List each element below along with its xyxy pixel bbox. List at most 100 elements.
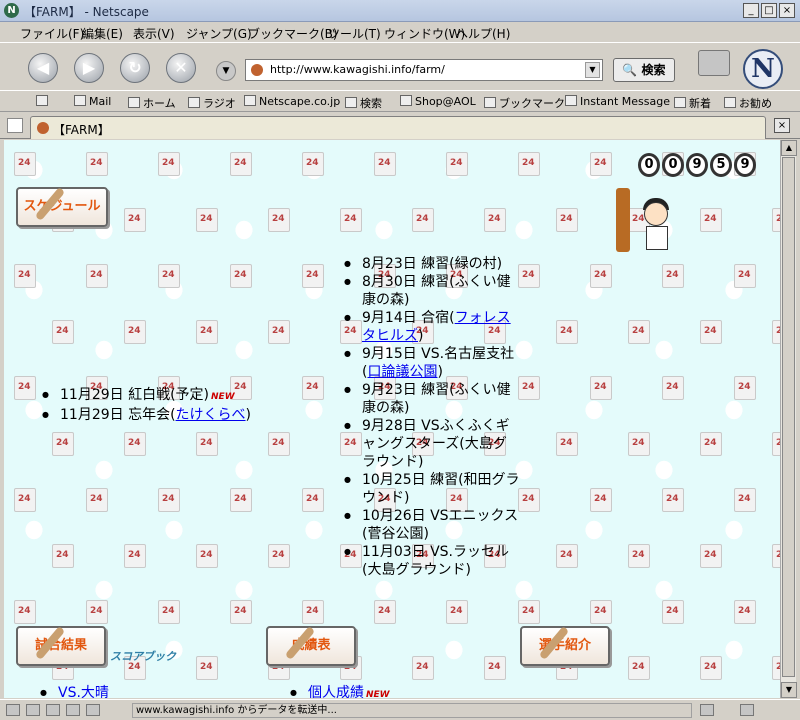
baseball-favicon-icon <box>37 122 49 134</box>
menu-edit[interactable]: 編集(E) <box>82 25 123 42</box>
jersey-icon <box>82 148 110 176</box>
player-body-icon <box>646 226 668 250</box>
url-text[interactable]: http://www.kawagishi.info/farm/ <box>270 63 445 76</box>
tab-farm[interactable]: 【FARM】 <box>30 116 766 139</box>
park-link[interactable]: 口論議公園 <box>367 364 437 380</box>
schedule-button[interactable]: スケジュール <box>16 186 108 227</box>
jersey-icon <box>10 484 38 512</box>
jersey-icon <box>586 148 614 176</box>
takekurabe-link[interactable]: たけくらべ <box>176 407 246 423</box>
stop-button[interactable]: ✕ <box>166 53 196 83</box>
printer-icon[interactable] <box>698 50 730 76</box>
menu-go[interactable]: ジャンプ(G) <box>186 25 252 42</box>
jersey-icon <box>120 204 148 232</box>
menu-window[interactable]: ウィンドウ(W) <box>384 25 465 42</box>
minimize-button[interactable]: _ <box>743 3 759 18</box>
bookmark-netscape[interactable]: Netscape.co.jp <box>244 95 340 108</box>
stats-button[interactable]: 成績表 <box>266 625 356 666</box>
jersey-icon <box>336 204 364 232</box>
bookmark-shop[interactable]: Shop@AOL <box>400 95 476 108</box>
lock-icon <box>740 704 754 716</box>
url-dropdown-icon[interactable]: ▼ <box>585 62 600 78</box>
tree-icon <box>616 188 630 252</box>
jersey-icon <box>192 316 220 344</box>
jersey-icon <box>730 484 758 512</box>
search-button[interactable]: 🔍 検索 <box>613 58 675 82</box>
bookmark-icon <box>484 97 496 108</box>
address-book-icon[interactable] <box>66 704 80 716</box>
reload-button[interactable]: ↻ <box>120 53 150 83</box>
bookmark-mail[interactable]: Mail <box>74 95 111 108</box>
upcoming-list: 11月29日 紅白戦(予定)NEW 11月29日 忘年会(たけくらべ) <box>42 386 322 424</box>
home-tab-icon[interactable] <box>36 95 51 108</box>
schedule-item: 9月28日 VSふくふくギャングスターズ(大島グラウンド) <box>344 417 520 471</box>
close-tab-icon[interactable]: × <box>774 118 790 133</box>
mascot-image <box>608 180 678 252</box>
netscape-app-icon: N <box>4 3 19 18</box>
vs-taisei-link[interactable]: VS.大晴 <box>58 685 109 698</box>
mail-status-icon[interactable] <box>6 704 20 716</box>
schedule-item: 9月15日 VS.名古屋支社(口論議公園) <box>344 345 520 381</box>
jersey-icon <box>696 204 724 232</box>
jersey-icon <box>10 372 38 400</box>
scroll-thumb[interactable] <box>782 157 795 677</box>
scorebook-link[interactable]: スコアブック <box>110 648 176 664</box>
bookmark-new[interactable]: 新着 <box>674 95 711 111</box>
back-button[interactable]: ◀ <box>28 53 58 83</box>
bookmark-recommended[interactable]: お勧め <box>724 95 772 111</box>
menu-file[interactable]: ファイル(F) <box>20 25 84 42</box>
bookmark-search[interactable]: 検索 <box>345 95 382 111</box>
jersey-icon <box>192 540 220 568</box>
schedule-item: 10月26日 VSエニックス(菅谷公園) <box>344 507 520 543</box>
history-dropdown-icon[interactable]: ▼ <box>216 61 236 81</box>
schedule-button-label: スケジュール <box>23 199 101 214</box>
jersey-icon <box>768 428 780 456</box>
bookmark-bookmarks[interactable]: ブックマーク <box>484 95 565 111</box>
new-tab-icon[interactable] <box>7 118 23 133</box>
bookmark-home[interactable]: ホーム <box>128 95 176 111</box>
forward-button[interactable]: ▶ <box>74 53 104 83</box>
jersey-icon <box>552 428 580 456</box>
players-button[interactable]: 選手紹介 <box>520 625 610 666</box>
bookmark-im-label: Instant Message <box>580 95 670 108</box>
menu-tools[interactable]: ツール(T) <box>328 25 381 42</box>
menu-bookmarks[interactable]: ブックマーク(B) <box>248 25 338 42</box>
jersey-icon <box>264 428 292 456</box>
vertical-scrollbar[interactable]: ▲ ▼ <box>780 140 797 698</box>
jersey-icon <box>370 596 398 624</box>
netscape-throbber-icon[interactable]: N <box>743 49 783 89</box>
jersey-icon <box>624 316 652 344</box>
navigation-toolbar: ◀ ▶ ↻ ✕ ▼ http://www.kawagishi.info/farm… <box>0 42 800 90</box>
new-icon <box>674 97 686 108</box>
jersey-icon <box>120 316 148 344</box>
security-icon[interactable] <box>86 704 100 716</box>
composer-icon[interactable] <box>26 704 40 716</box>
counter-digit: 9 <box>734 153 756 177</box>
jersey-icon <box>298 484 326 512</box>
aim-icon[interactable] <box>46 704 60 716</box>
jersey-icon <box>48 316 76 344</box>
close-button[interactable]: × <box>779 3 795 18</box>
jersey-icon <box>264 204 292 232</box>
bookmark-radio[interactable]: ラジオ <box>188 95 236 111</box>
url-field[interactable]: http://www.kawagishi.info/farm/ ▼ <box>245 59 603 81</box>
maximize-button[interactable]: □ <box>761 3 777 18</box>
netscape-icon <box>244 95 256 106</box>
menu-help[interactable]: ヘルプ(H) <box>456 25 510 42</box>
scroll-up-icon[interactable]: ▲ <box>781 140 797 156</box>
game-results-button[interactable]: 試合結果 <box>16 625 106 666</box>
search-icon <box>345 97 357 108</box>
jersey-icon <box>120 540 148 568</box>
bookmark-instant-message[interactable]: Instant Message <box>565 95 670 108</box>
jersey-icon <box>226 596 254 624</box>
personal-toolbar: Mail ホーム ラジオ Netscape.co.jp 検索 Shop@AOL … <box>0 90 800 112</box>
scroll-down-icon[interactable]: ▼ <box>781 682 797 698</box>
jersey-icon <box>696 428 724 456</box>
personal-stats-link[interactable]: 個人成績 <box>308 685 364 698</box>
counter-digit: 9 <box>686 153 708 177</box>
jersey-icon <box>586 596 614 624</box>
schedule-item: 10月25日 練習(和田グラウンド) <box>344 471 520 507</box>
menu-view[interactable]: 表示(V) <box>133 25 175 42</box>
counter-digit: 0 <box>662 153 684 177</box>
jersey-icon <box>586 372 614 400</box>
